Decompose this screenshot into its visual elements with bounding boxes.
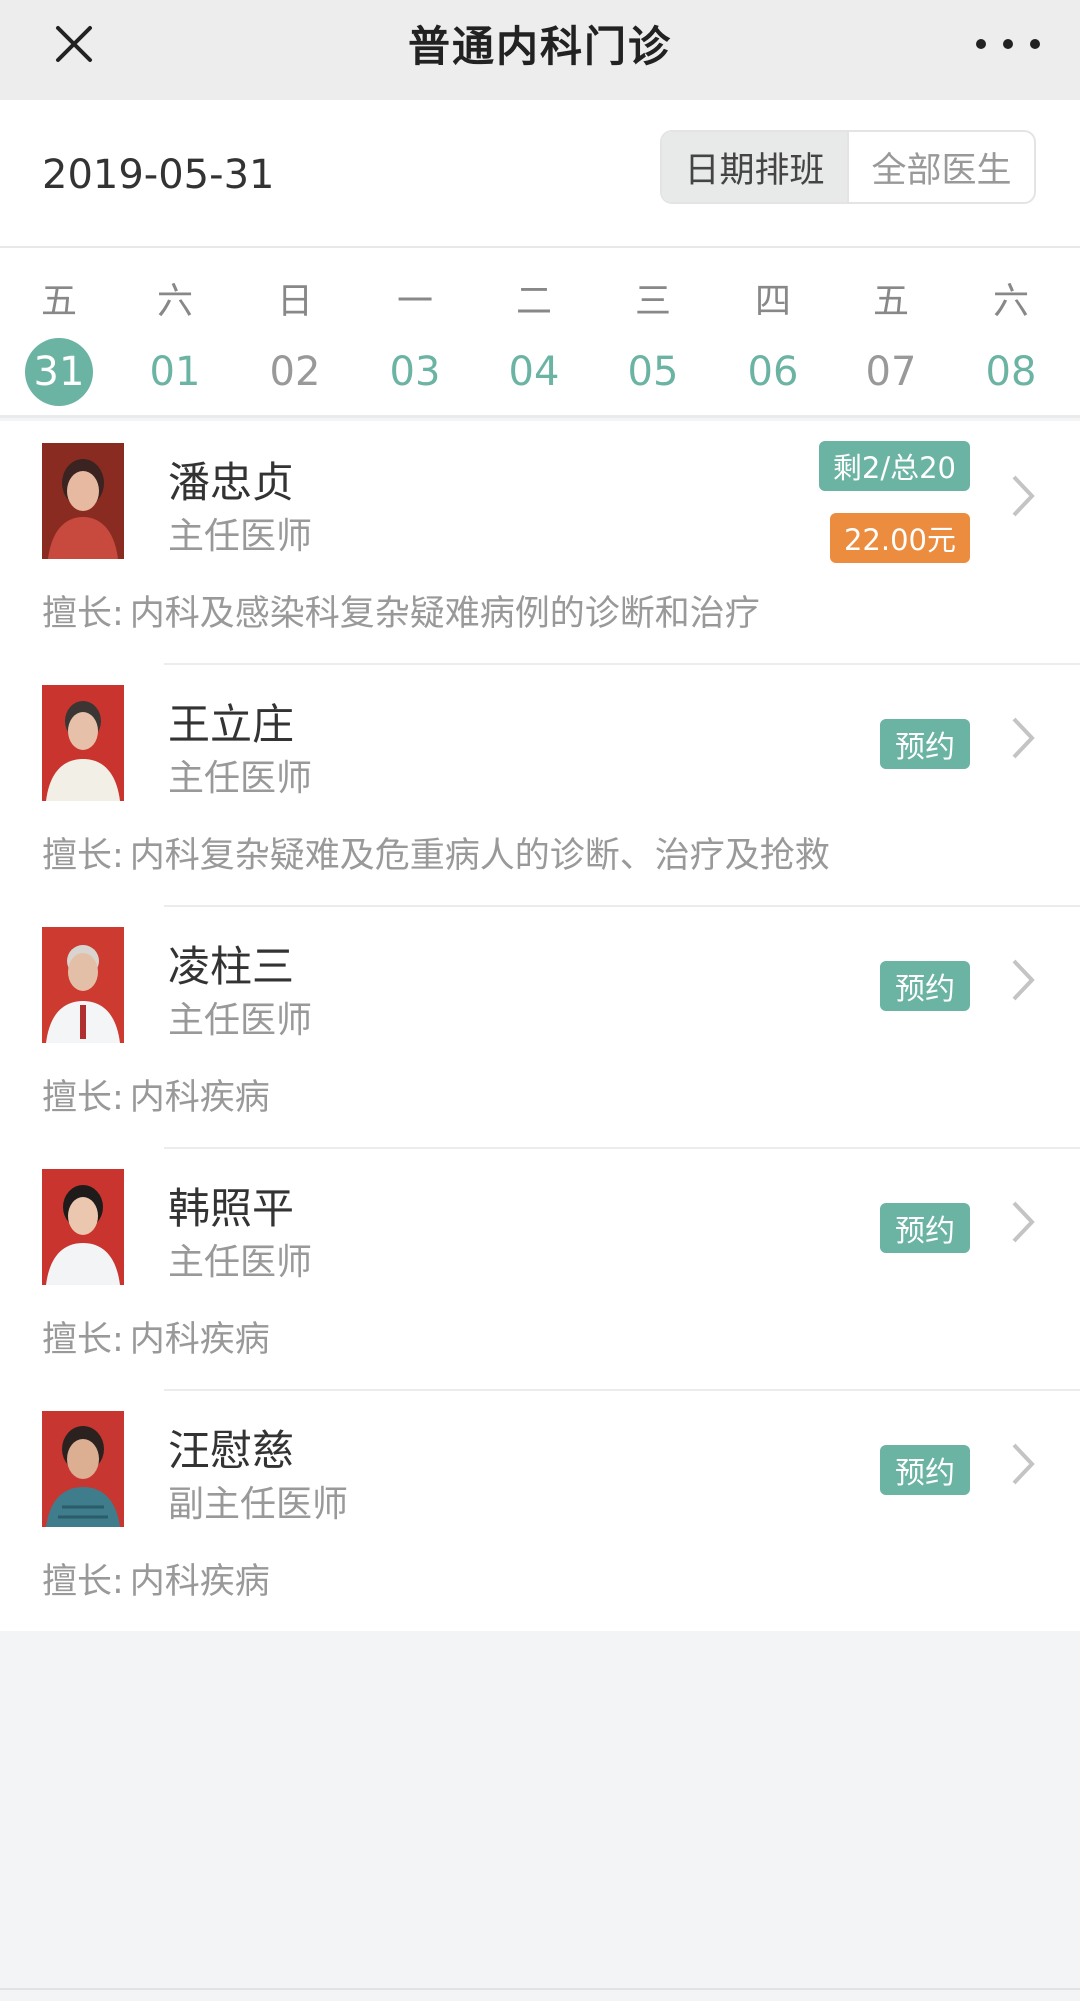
date-strip: 五 31 六 01 日 02 一 03 二 04 三 05 四 06 五 07 …: [0, 248, 1080, 418]
doctor-name: 汪慰慈: [168, 1426, 295, 1475]
day-number: 02: [269, 349, 321, 395]
specialty-label: 擅长:: [42, 1078, 124, 1118]
doctor-avatar: [42, 927, 124, 1043]
book-button[interactable]: 预约: [880, 961, 970, 1011]
day-number: 01: [149, 349, 201, 395]
book-button[interactable]: 预约: [880, 719, 970, 769]
page-title: 普通内科门诊: [407, 21, 672, 71]
remaining-quota-badge: 剩2/总20: [818, 441, 970, 491]
day-weekday: 六: [992, 281, 1029, 322]
chevron-right-icon: [1012, 717, 1035, 759]
day-number: 31: [25, 338, 93, 406]
book-button[interactable]: 预约: [880, 1445, 970, 1495]
day-item[interactable]: 二 04: [489, 248, 579, 418]
day-item[interactable]: 六 01: [130, 248, 220, 418]
doctor-name: 韩照平: [168, 1184, 295, 1233]
doctor-title: 主任医师: [168, 516, 313, 557]
specialty-text: 内科复杂疑难及危重病人的诊断、治疗及抢救: [129, 836, 830, 876]
doctor-specialty: 擅长: 内科疾病: [42, 1069, 270, 1120]
doctor-card[interactable]: 王立庄 主任医师 预约 擅长: 内科复杂疑难及危重病人的诊断、治疗及抢救: [0, 663, 1080, 905]
doctor-name: 潘忠贞: [168, 458, 295, 507]
bottom-divider: [0, 1988, 1080, 1990]
day-number: 07: [865, 349, 917, 395]
day-number: 06: [747, 349, 799, 395]
day-weekday: 六: [156, 281, 193, 322]
doctor-specialty: 擅长: 内科疾病: [42, 1553, 270, 1604]
day-number: 04: [508, 349, 560, 395]
date-header: 2019-05-31 日期排班 全部医生: [0, 100, 1080, 248]
day-weekday: 一: [396, 281, 433, 322]
day-number: 08: [985, 349, 1037, 395]
day-weekday: 五: [40, 281, 77, 322]
day-weekday: 四: [754, 281, 791, 322]
day-item[interactable]: 一 03: [370, 248, 460, 418]
day-weekday: 二: [515, 281, 552, 322]
day-item[interactable]: 三 05: [608, 248, 698, 418]
day-item[interactable]: 六 08: [966, 248, 1056, 418]
view-toggle: 日期排班 全部医生: [660, 130, 1036, 204]
specialty-text: 内科疾病: [129, 1320, 270, 1360]
more-button[interactable]: [976, 30, 1040, 58]
day-item[interactable]: 日 02: [250, 248, 340, 418]
doctor-list: 潘忠贞 主任医师 剩2/总20 22.00元 擅长: 内科及感染科复杂疑难病例的诊…: [0, 421, 1080, 1631]
doctor-specialty: 擅长: 内科复杂疑难及危重病人的诊断、治疗及抢救: [42, 827, 830, 878]
doctor-avatar: [42, 1411, 124, 1527]
day-weekday: 日: [276, 281, 313, 322]
specialty-label: 擅长:: [42, 594, 124, 634]
doctor-card[interactable]: 韩照平 主任医师 预约 擅长: 内科疾病: [0, 1147, 1080, 1389]
doctor-name: 凌柱三: [168, 942, 295, 991]
doctor-specialty: 擅长: 内科及感染科复杂疑难病例的诊断和治疗: [42, 585, 760, 636]
day-number: 05: [627, 349, 679, 395]
tab-all-doctors[interactable]: 全部医生: [849, 132, 1034, 202]
doctor-card[interactable]: 凌柱三 主任医师 预约 擅长: 内科疾病: [0, 905, 1080, 1147]
day-item[interactable]: 四 06: [728, 248, 818, 418]
doctor-card[interactable]: 潘忠贞 主任医师 剩2/总20 22.00元 擅长: 内科及感染科复杂疑难病例的诊…: [0, 421, 1080, 663]
doctor-name: 王立庄: [168, 700, 295, 749]
doctor-specialty: 擅长: 内科疾病: [42, 1311, 270, 1362]
doctor-title: 主任医师: [168, 758, 313, 799]
close-icon: [56, 26, 92, 62]
nav-bar: 普通内科门诊: [0, 0, 1080, 100]
close-button[interactable]: [48, 18, 100, 70]
specialty-text: 内科疾病: [129, 1562, 270, 1602]
tab-date-schedule[interactable]: 日期排班: [662, 132, 849, 202]
specialty-label: 擅长:: [42, 836, 124, 876]
specialty-text: 内科及感染科复杂疑难病例的诊断和治疗: [129, 594, 760, 634]
specialty-label: 擅长:: [42, 1320, 124, 1360]
specialty-text: 内科疾病: [129, 1078, 270, 1118]
day-number: 03: [389, 349, 441, 395]
chevron-right-icon: [1012, 1201, 1035, 1243]
chevron-right-icon: [1012, 475, 1035, 517]
doctor-avatar: [42, 1169, 124, 1285]
price-badge: 22.00元: [829, 513, 970, 563]
chevron-right-icon: [1012, 959, 1035, 1001]
more-icon: [976, 39, 986, 49]
doctor-title: 主任医师: [168, 1242, 313, 1283]
chevron-right-icon: [1012, 1443, 1035, 1485]
current-date: 2019-05-31: [42, 152, 275, 198]
book-button[interactable]: 预约: [880, 1203, 970, 1253]
day-item[interactable]: 五 07: [846, 248, 936, 418]
doctor-title: 副主任医师: [168, 1484, 349, 1525]
day-item[interactable]: 五 31: [14, 248, 104, 418]
day-weekday: 三: [634, 281, 671, 322]
doctor-avatar: [42, 443, 124, 559]
specialty-label: 擅长:: [42, 1562, 124, 1602]
doctor-card[interactable]: 汪慰慈 副主任医师 预约 擅长: 内科疾病: [0, 1389, 1080, 1631]
day-weekday: 五: [872, 281, 909, 322]
doctor-title: 主任医师: [168, 1000, 313, 1041]
doctor-avatar: [42, 685, 124, 801]
